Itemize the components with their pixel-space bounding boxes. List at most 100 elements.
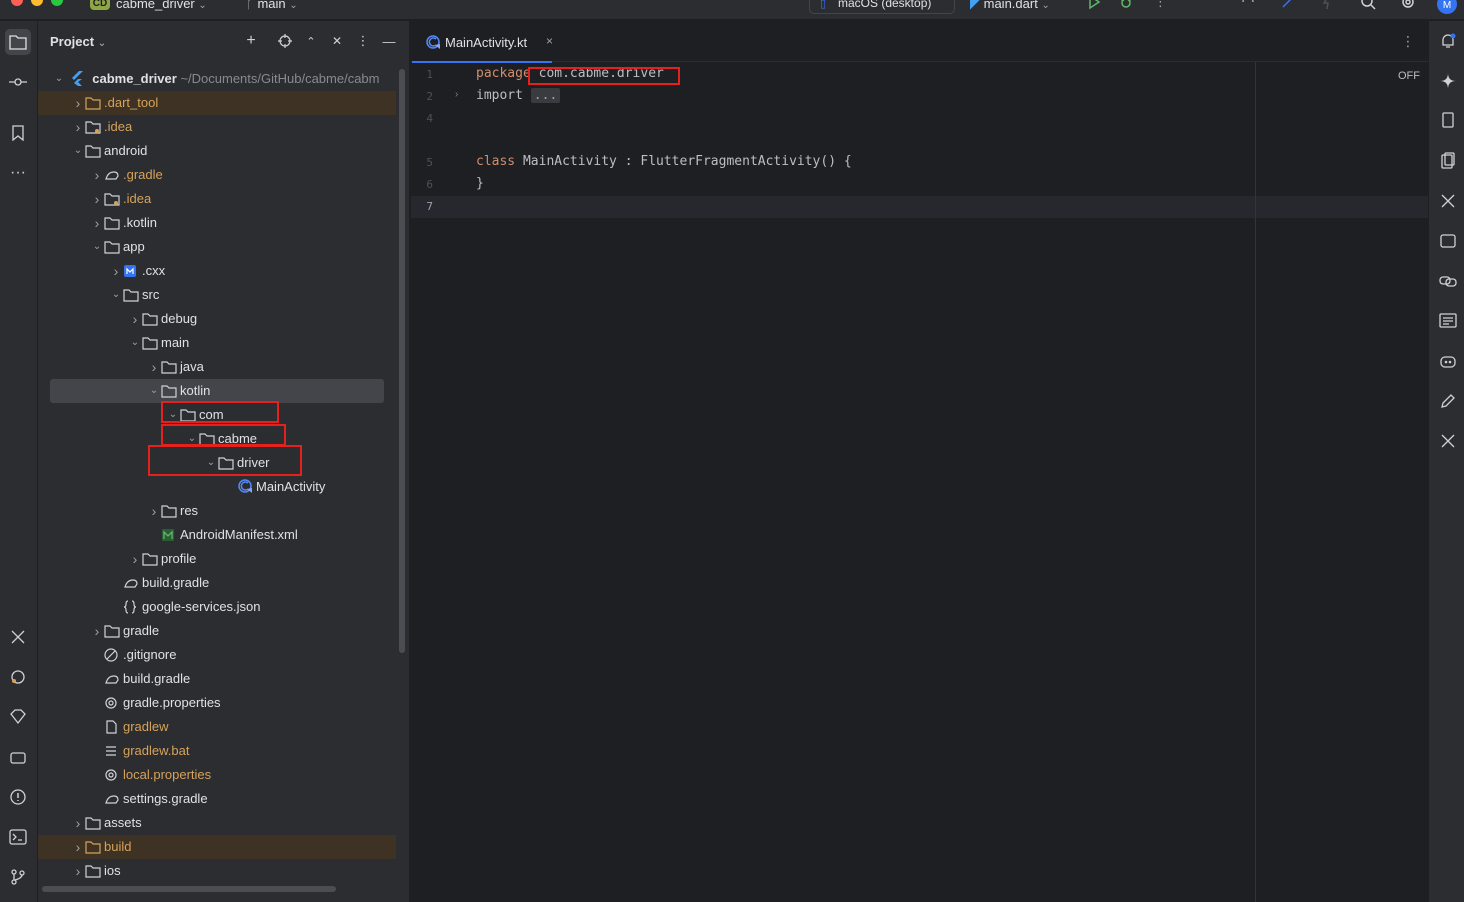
tree-item-main[interactable]: ⌄ main — [128, 331, 189, 355]
bookmarks-icon[interactable] — [7, 122, 29, 144]
device-manager-icon[interactable] — [1438, 111, 1458, 131]
device-selector[interactable]: ▯ macOS (desktop) — [809, 0, 955, 14]
chevron-right-icon[interactable]: › — [128, 547, 142, 571]
tree-item-build-gradle[interactable]: build.gradle — [90, 667, 190, 691]
inlay-hints-toggle[interactable]: OFF — [1398, 70, 1420, 82]
app-links-icon[interactable] — [1438, 271, 1458, 291]
tree-item-build-gradle[interactable]: build.gradle — [109, 571, 209, 595]
commit-icon[interactable] — [7, 71, 29, 93]
select-opened-file-icon[interactable] — [277, 33, 293, 49]
project-badge[interactable]: CD — [90, 0, 110, 10]
settings-icon[interactable] — [1400, 0, 1418, 12]
chevron-right-icon[interactable]: › — [71, 91, 85, 115]
tree-item-debug[interactable]: › debug — [128, 307, 198, 331]
tree-item-res[interactable]: › res — [147, 499, 198, 523]
chevron-right-icon[interactable]: › — [71, 115, 85, 139]
tree-item-profile[interactable]: › profile — [128, 547, 197, 571]
collapse-all-icon[interactable]: ✕ — [329, 33, 345, 49]
horizontal-scrollbar[interactable] — [42, 886, 336, 892]
tree-root[interactable]: ⌄ cabme_driver ~/Documents/GitHub/cabme/… — [52, 67, 380, 91]
git-icon[interactable] — [7, 866, 29, 888]
tree-item-gradlew-bat[interactable]: gradlew.bat — [90, 739, 190, 763]
tree-item-android[interactable]: ⌄ android — [71, 139, 148, 163]
chevron-down-icon[interactable]: ⌄ — [128, 331, 142, 355]
hot-reload-icon[interactable] — [1240, 0, 1258, 12]
notifications-icon[interactable] — [1438, 31, 1458, 51]
tree-item-androidmanifest-xml[interactable]: AndroidManifest.xml — [147, 523, 298, 547]
tree-item-gradlew[interactable]: gradlew — [90, 715, 169, 739]
tree-item-gradle[interactable]: › gradle — [90, 619, 159, 643]
tree-item-idea[interactable]: › .idea — [90, 187, 152, 211]
tree-item-src[interactable]: ⌄ src — [109, 283, 160, 307]
chevron-right-icon[interactable]: › — [90, 187, 104, 211]
tree-item-java[interactable]: › java — [147, 355, 204, 379]
project-view-selector[interactable]: Project ⌄ — [50, 34, 106, 49]
tree-item-app[interactable]: ⌄ app — [90, 235, 145, 259]
tree-item-cxx[interactable]: › .cxx — [109, 259, 165, 283]
copilot-icon[interactable] — [1438, 351, 1458, 371]
tree-item-dart-tool[interactable]: › .dart_tool — [71, 91, 159, 115]
run-config-selector[interactable]: ◤ main.dart ⌄ — [970, 0, 1050, 12]
chevron-right-icon[interactable]: › — [71, 859, 85, 883]
chevron-right-icon[interactable]: › — [90, 163, 104, 187]
close-tab-icon[interactable]: × — [546, 34, 553, 48]
tree-item-ios[interactable]: › ios — [71, 859, 121, 883]
emulator-icon[interactable] — [1438, 231, 1458, 251]
chevron-down-icon[interactable]: ⌄ — [90, 235, 104, 259]
expand-all-icon[interactable]: ⌃ — [303, 33, 319, 49]
tree-item-gradle-properties[interactable]: gradle.properties — [90, 691, 221, 715]
build-variants-icon[interactable] — [1438, 191, 1458, 211]
options-icon[interactable]: ⋮ — [355, 33, 371, 49]
dart-devtools-icon[interactable] — [7, 706, 29, 728]
code-with-me-icon[interactable] — [1280, 0, 1298, 12]
tree-item-mainactivity[interactable]: MainActivity — [223, 475, 325, 499]
layout-inspector-icon[interactable] — [1438, 311, 1458, 331]
tree-item-idea[interactable]: › .idea — [71, 115, 133, 139]
chevron-down-icon[interactable]: ⌄ — [109, 283, 123, 307]
tree-item-gitignore[interactable]: .gitignore — [90, 643, 176, 667]
build-tools-icon[interactable] — [7, 626, 29, 648]
logcat-icon[interactable] — [7, 746, 29, 768]
flutter-inspector-icon[interactable] — [7, 666, 29, 688]
chevron-right-icon[interactable]: › — [128, 307, 142, 331]
tree-item-build[interactable]: › build — [71, 835, 132, 859]
running-devices-icon[interactable] — [1438, 151, 1458, 171]
minimize-window-button[interactable] — [31, 0, 43, 6]
close-window-button[interactable] — [11, 0, 23, 6]
tree-item-kotlin[interactable]: › .kotlin — [90, 211, 157, 235]
project-tool-icon[interactable] — [5, 29, 31, 55]
hide-panel-icon[interactable]: — — [381, 33, 397, 49]
tree-item-settings-gradle[interactable]: settings.gradle — [90, 787, 208, 811]
editor-more-icon[interactable]: ⋮ — [1401, 33, 1415, 50]
chevron-right-icon[interactable]: › — [109, 259, 123, 283]
problems-icon[interactable] — [7, 786, 29, 808]
chevron-right-icon[interactable]: › — [90, 619, 104, 643]
tab-mainactivity[interactable]: MainActivity.kt × — [412, 21, 553, 63]
chevron-down-icon[interactable]: ⌄ — [71, 139, 85, 163]
chevron-right-icon[interactable]: › — [90, 211, 104, 235]
more-tools-icon[interactable]: ··· — [7, 162, 29, 184]
fold-expand-icon[interactable]: › — [455, 89, 458, 100]
more-actions-icon[interactable]: ⋮ — [1154, 0, 1172, 12]
chevron-right-icon[interactable]: › — [71, 811, 85, 835]
chevron-down-icon[interactable]: ⌄ — [147, 379, 161, 403]
vertical-scrollbar[interactable] — [399, 69, 405, 653]
tree-item-assets[interactable]: › assets — [71, 811, 142, 835]
gemini-icon[interactable] — [1438, 71, 1458, 91]
chevron-right-icon[interactable]: › — [147, 355, 161, 379]
chevron-right-icon[interactable]: › — [147, 499, 161, 523]
tree-item-kotlin[interactable]: ⌄ kotlin — [147, 379, 211, 403]
chevron-right-icon[interactable]: › — [71, 835, 85, 859]
debug-icon[interactable] — [1118, 0, 1136, 12]
flash-icon[interactable] — [1320, 0, 1338, 12]
search-icon[interactable] — [1360, 0, 1378, 12]
run-icon[interactable] — [1086, 0, 1104, 12]
tree-item-gradle[interactable]: › .gradle — [90, 163, 163, 187]
terminal-icon[interactable] — [7, 826, 29, 848]
edit-icon[interactable] — [1438, 391, 1458, 411]
project-switcher[interactable]: cabme_driver ⌄ — [116, 0, 207, 11]
maximize-window-button[interactable] — [51, 0, 63, 6]
user-avatar[interactable]: M — [1437, 0, 1457, 14]
new-file-icon[interactable]: + — [243, 32, 259, 49]
tree-item-local-properties[interactable]: local.properties — [90, 763, 211, 787]
